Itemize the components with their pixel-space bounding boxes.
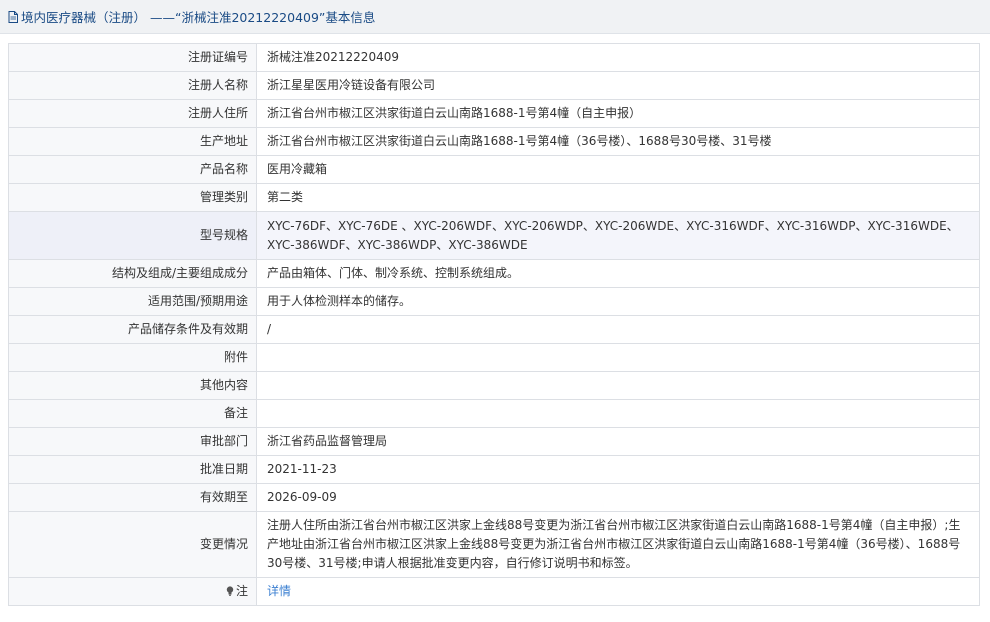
table-row: 其他内容: [8, 371, 980, 400]
row-value: 浙江省台州市椒江区洪家街道白云山南路1688-1号第4幢（自主申报）: [256, 99, 980, 128]
device-info-table: 注册证编号 浙械注准20212220409 注册人名称 浙江星星医用冷链设备有限…: [8, 43, 980, 606]
row-value: 用于人体检测样本的储存。: [256, 287, 980, 316]
row-value: 第二类: [256, 183, 980, 212]
table-row: 批准日期 2021-11-23: [8, 455, 980, 484]
row-label: 结构及组成/主要组成成分: [8, 259, 257, 288]
page-title: 境内医疗器械（注册） ——“浙械注准20212220409”基本信息: [21, 10, 376, 25]
lightbulb-icon: [226, 583, 234, 596]
details-link[interactable]: 详情: [267, 584, 291, 598]
row-value: 浙江省药品监督管理局: [256, 427, 980, 456]
row-label: 附件: [8, 343, 257, 372]
row-label: 有效期至: [8, 483, 257, 512]
row-label: 型号规格: [8, 211, 257, 260]
note-value: 详情: [256, 577, 980, 606]
table-row: 有效期至 2026-09-09: [8, 483, 980, 512]
row-label: 生产地址: [8, 127, 257, 156]
row-value: 浙江省台州市椒江区洪家街道白云山南路1688-1号第4幢（36号楼）、1688号…: [256, 127, 980, 156]
row-value: 医用冷藏箱: [256, 155, 980, 184]
row-label: 变更情况: [8, 511, 257, 578]
table-row: 产品名称 医用冷藏箱: [8, 155, 980, 184]
row-value: [256, 343, 980, 372]
row-label: 审批部门: [8, 427, 257, 456]
table-row: 生产地址 浙江省台州市椒江区洪家街道白云山南路1688-1号第4幢（36号楼）、…: [8, 127, 980, 156]
row-value: 注册人住所由浙江省台州市椒江区洪家上金线88号变更为浙江省台州市椒江区洪家街道白…: [256, 511, 980, 578]
row-value: 浙江星星医用冷链设备有限公司: [256, 71, 980, 100]
row-value: 2021-11-23: [256, 455, 980, 484]
table-row: 注册人住所 浙江省台州市椒江区洪家街道白云山南路1688-1号第4幢（自主申报）: [8, 99, 980, 128]
table-row: 适用范围/预期用途 用于人体检测样本的储存。: [8, 287, 980, 316]
table-row: 变更情况 注册人住所由浙江省台州市椒江区洪家上金线88号变更为浙江省台州市椒江区…: [8, 511, 980, 578]
document-icon: [8, 10, 18, 23]
table-row: 管理类别 第二类: [8, 183, 980, 212]
table-row: 型号规格 XYC-76DF、XYC-76DE 、XYC-206WDF、XYC-2…: [8, 211, 980, 260]
row-value: 浙械注准20212220409: [256, 43, 980, 72]
table-row-note: 注 详情: [8, 577, 980, 606]
row-label: 注册人住所: [8, 99, 257, 128]
table-row: 注册证编号 浙械注准20212220409: [8, 43, 980, 72]
row-value: [256, 371, 980, 400]
row-label: 产品名称: [8, 155, 257, 184]
row-label: 产品储存条件及有效期: [8, 315, 257, 344]
row-value: 产品由箱体、门体、制冷系统、控制系统组成。: [256, 259, 980, 288]
row-label: 备注: [8, 399, 257, 428]
table-row: 附件: [8, 343, 980, 372]
row-label: 适用范围/预期用途: [8, 287, 257, 316]
row-label: 管理类别: [8, 183, 257, 212]
row-value: /: [256, 315, 980, 344]
note-label-text: 注: [235, 584, 248, 598]
row-value: XYC-76DF、XYC-76DE 、XYC-206WDF、XYC-206WDP…: [256, 211, 980, 260]
row-value: 2026-09-09: [256, 483, 980, 512]
table-row: 备注: [8, 399, 980, 428]
table-row: 产品储存条件及有效期 /: [8, 315, 980, 344]
table-row: 注册人名称 浙江星星医用冷链设备有限公司: [8, 71, 980, 100]
row-label: 注册证编号: [8, 43, 257, 72]
page-header: 境内医疗器械（注册） ——“浙械注准20212220409”基本信息: [0, 0, 990, 34]
row-value: [256, 399, 980, 428]
row-label: 其他内容: [8, 371, 257, 400]
note-label: 注: [8, 577, 257, 606]
table-row: 结构及组成/主要组成成分 产品由箱体、门体、制冷系统、控制系统组成。: [8, 259, 980, 288]
table-row: 审批部门 浙江省药品监督管理局: [8, 427, 980, 456]
row-label: 注册人名称: [8, 71, 257, 100]
row-label: 批准日期: [8, 455, 257, 484]
